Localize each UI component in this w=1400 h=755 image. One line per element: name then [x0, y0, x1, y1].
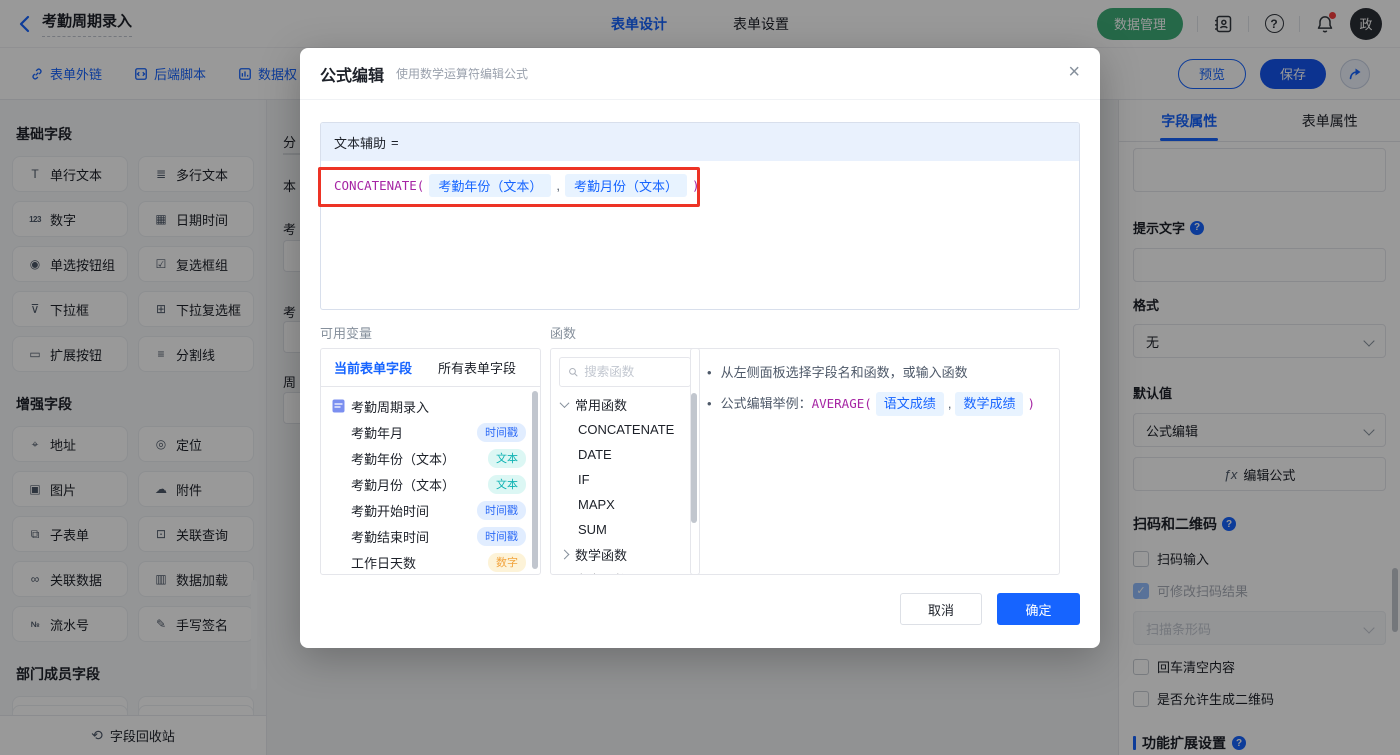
modal-title: 公式编辑 — [320, 67, 385, 85]
search-icon — [569, 367, 578, 377]
type-badge: 文本 — [488, 474, 526, 494]
variable-row[interactable]: 考勤月份（文本） 文本 — [321, 471, 540, 497]
variable-root-row[interactable]: 考勤周期录入 — [321, 393, 540, 419]
bullet: • — [707, 365, 712, 380]
variables-label: 可用变量 — [320, 326, 373, 341]
function-group-common[interactable]: 常用函数 — [551, 392, 699, 417]
example-field-chip: 语文成绩 — [875, 392, 944, 416]
bullet: • — [707, 396, 712, 411]
variable-row[interactable]: 考勤年份（文本） 文本 — [321, 445, 540, 471]
function-group-math[interactable]: 数学函数 — [551, 542, 699, 567]
function-item[interactable]: DATE — [551, 442, 699, 467]
function-group-text[interactable]: 文本函数 — [551, 567, 699, 574]
cancel-button[interactable]: 取消 — [900, 593, 982, 625]
field-chip[interactable]: 考勤月份（文本） — [564, 174, 687, 197]
function-search[interactable] — [559, 357, 691, 387]
example-field-chip: 数学成绩 — [955, 392, 1024, 416]
example-function-name: AVERAGE( — [811, 396, 872, 411]
variable-row[interactable]: 工作日天数 数字 — [321, 549, 540, 574]
type-badge: 时间戳 — [477, 500, 526, 520]
chevron-right-icon — [559, 549, 570, 560]
help-example-prefix: 公式编辑举例： — [720, 396, 812, 411]
function-item[interactable]: IF — [551, 467, 699, 492]
variables-panel: 当前表单字段 所有表单字段 考勤周期录入 考勤年月 时间戳 考勤年份（文本） 文本 … — [320, 348, 541, 575]
variable-row[interactable]: 考勤开始时间 时间戳 — [321, 497, 540, 523]
formula-editor-box[interactable]: 文本辅助 = CONCATENATE( 考勤年份（文本） , 考勤月份（文本） … — [320, 122, 1080, 310]
function-item[interactable]: MAPX — [551, 492, 699, 517]
functions-panel: 常用函数 CONCATENATE DATE IF MAPX SUM 数学函数 文… — [550, 348, 700, 575]
type-badge: 时间戳 — [477, 422, 526, 442]
help-tip: 从左侧面板选择字段名和函数，或输入函数 — [720, 365, 968, 380]
formula-expression[interactable]: CONCATENATE( 考勤年份（文本） , 考勤月份（文本） ) — [321, 161, 1079, 210]
formula-target: 文本辅助 = — [321, 123, 1079, 161]
type-badge: 数字 — [488, 552, 526, 572]
variables-scrollbar[interactable] — [532, 391, 538, 569]
variable-row[interactable]: 考勤结束时间 时间戳 — [321, 523, 540, 549]
tab-all-form-fields[interactable]: 所有表单字段 — [425, 358, 529, 377]
form-doc-icon — [332, 399, 345, 413]
formula-editor-modal: 公式编辑 使用数学运算符编辑公式 × 文本辅助 = CONCATENATE( 考… — [300, 48, 1100, 648]
function-search-input[interactable] — [584, 365, 682, 379]
function-item[interactable]: SUM — [551, 517, 699, 542]
chevron-down-icon — [559, 398, 570, 409]
confirm-button[interactable]: 确定 — [997, 593, 1080, 625]
close-icon[interactable]: × — [1068, 62, 1080, 82]
tab-current-form-fields[interactable]: 当前表单字段 — [321, 358, 425, 377]
modal-subtitle: 使用数学运算符编辑公式 — [396, 67, 529, 81]
field-chip[interactable]: 考勤年份（文本） — [429, 174, 552, 197]
function-item[interactable]: CONCATENATE — [551, 417, 699, 442]
type-badge: 时间戳 — [477, 526, 526, 546]
function-name: CONCATENATE( — [334, 178, 425, 193]
type-badge: 文本 — [488, 448, 526, 468]
functions-label: 函数 — [550, 326, 577, 341]
formula-help-panel: • 从左侧面板选择字段名和函数，或输入函数 • 公式编辑举例： AVERAGE(… — [690, 348, 1060, 575]
variable-row[interactable]: 考勤年月 时间戳 — [321, 419, 540, 445]
